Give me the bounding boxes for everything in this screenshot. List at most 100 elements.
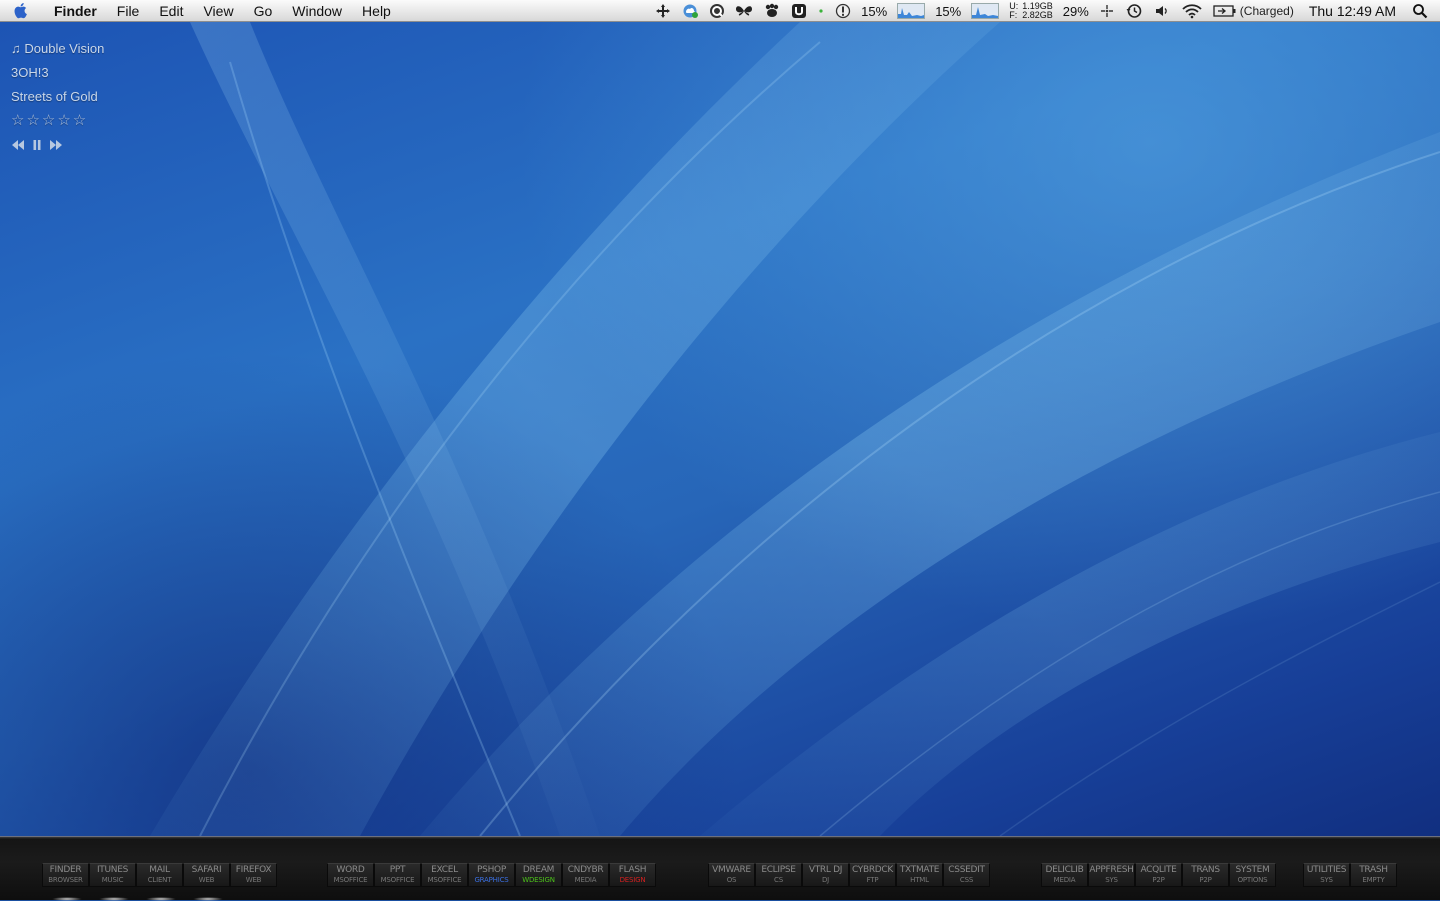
running-indicator bbox=[193, 897, 223, 901]
cpu1-text[interactable]: 15% bbox=[856, 0, 892, 22]
cpu-graph-icon[interactable] bbox=[892, 0, 930, 22]
growl-icon[interactable] bbox=[758, 0, 786, 22]
menu-app-finder[interactable]: Finder bbox=[42, 0, 107, 22]
launcher-button-txtmate[interactable]: TXTMATE HTML bbox=[896, 863, 943, 887]
launcher-button-label: TRASH bbox=[1359, 865, 1388, 875]
menu-bar: Finder File Edit View Go Window Help 15%… bbox=[0, 0, 1440, 22]
launcher-button-label: FIREFOX bbox=[235, 865, 272, 875]
launcher-button-mail[interactable]: MAIL CLIENT bbox=[136, 863, 183, 887]
launcher-button-category: EMPTY bbox=[1362, 876, 1385, 884]
album-name: Streets of Gold bbox=[11, 89, 98, 104]
launcher-button-system[interactable]: SYSTEM OPTIONS bbox=[1229, 863, 1276, 887]
launcher-button-pshop[interactable]: PSHOP GRAPHICS bbox=[468, 863, 515, 887]
launcher-button-label: PPT bbox=[389, 865, 406, 875]
memory-readout[interactable]: U: F: 1.19GB 2.82GB bbox=[1004, 0, 1058, 22]
menu-view[interactable]: View bbox=[193, 0, 243, 22]
launcher-button-utilities[interactable]: UTILITIES SYS bbox=[1303, 863, 1350, 887]
launcher-button-deliclib[interactable]: DELICLIB MEDIA bbox=[1041, 863, 1088, 887]
rewind-icon[interactable] bbox=[11, 138, 25, 153]
menu-edit[interactable]: Edit bbox=[149, 0, 193, 22]
launcher-button-itunes[interactable]: ITUNES MUSIC bbox=[89, 863, 136, 887]
launcher-button-vmware[interactable]: VMWARE OS bbox=[708, 863, 755, 887]
sparkle-icon[interactable] bbox=[1094, 0, 1120, 22]
memory-free-label: F: bbox=[1009, 10, 1018, 20]
launcher-button-category: WDESIGN bbox=[522, 876, 555, 884]
spotlight-icon[interactable] bbox=[1406, 0, 1440, 22]
playback-controls bbox=[11, 138, 104, 153]
alert-icon[interactable] bbox=[830, 0, 856, 22]
menu-clock[interactable]: Thu 12:49 AM bbox=[1299, 0, 1406, 22]
menu-go[interactable]: Go bbox=[244, 0, 283, 22]
launcher-button-word[interactable]: WORD MSOFFICE bbox=[327, 863, 374, 887]
song-title: Double Vision bbox=[24, 41, 105, 56]
launcher-button-flash[interactable]: FLASH DESIGN bbox=[609, 863, 656, 887]
volume-percent[interactable]: 29% bbox=[1058, 0, 1094, 22]
u-icon[interactable] bbox=[786, 0, 812, 22]
launcher-button-label: EXCEL bbox=[431, 865, 458, 875]
launcher-button-label: ITUNES bbox=[96, 865, 129, 875]
launcher-button-label: FINDER bbox=[49, 865, 82, 875]
launcher-button-cndybr[interactable]: CNDYBR MEDIA bbox=[562, 863, 609, 887]
wifi-icon[interactable] bbox=[1176, 0, 1208, 22]
memory-values: 1.19GB 2.82GB bbox=[1022, 2, 1053, 20]
song-line: ♫ Double Vision bbox=[11, 40, 104, 64]
pause-icon[interactable] bbox=[33, 138, 41, 153]
fast-forward-icon[interactable] bbox=[49, 138, 63, 153]
launcher-button-acqlite[interactable]: ACQLITE P2P bbox=[1135, 863, 1182, 887]
launcher-button-excel[interactable]: EXCEL MSOFFICE bbox=[421, 863, 468, 887]
launcher-button-label: WORD bbox=[336, 865, 365, 875]
launcher-group-5: UTILITIES SYS TRASH EMPTY bbox=[1303, 863, 1397, 889]
launcher-button-category: P2P bbox=[1199, 876, 1212, 884]
battery-status: (Charged) bbox=[1239, 4, 1294, 18]
launcher-button-category: CSS bbox=[959, 876, 974, 884]
launcher-button-category: MSOFFICE bbox=[380, 876, 415, 884]
quicksilver-icon[interactable] bbox=[704, 0, 730, 22]
cpu2-text[interactable]: 15% bbox=[930, 0, 966, 22]
launcher-button-finder[interactable]: FINDER BROWSER bbox=[42, 863, 89, 887]
launcher-button-label: TRANS bbox=[1191, 865, 1220, 875]
wallpaper-swooshes bbox=[150, 22, 1440, 836]
launcher-button-vtrl-dj[interactable]: VTRL DJ DJ bbox=[802, 863, 849, 887]
launcher-button-label: DELICLIB bbox=[1045, 865, 1084, 875]
rating-stars[interactable]: ☆☆☆☆☆ bbox=[11, 112, 104, 136]
launcher-button-category: OS bbox=[726, 876, 737, 884]
launcher-button-trans[interactable]: TRANS P2P bbox=[1182, 863, 1229, 887]
artist-name: 3OH!3 bbox=[11, 65, 49, 80]
launcher-group-1: FINDER BROWSER ITUNES MUSIC MAIL CLIENT SAFARI… bbox=[42, 863, 277, 889]
apple-icon[interactable] bbox=[14, 0, 42, 22]
launcher-button-label: UTILITIES bbox=[1306, 865, 1347, 875]
launcher-button-eclipse[interactable]: ECLIPSE CS bbox=[755, 863, 802, 887]
launcher-button-category: WEB bbox=[198, 876, 215, 884]
desktop-wallpaper bbox=[0, 22, 1440, 836]
launcher-button-category: DESIGN bbox=[619, 876, 646, 884]
butterfly-icon[interactable] bbox=[730, 0, 758, 22]
launcher-button-cybrdck[interactable]: CYBRDCK FTP bbox=[849, 863, 896, 887]
launcher-button-appfresh[interactable]: APPFRESH SYS bbox=[1088, 863, 1135, 887]
launcher-button-label: SYSTEM bbox=[1235, 865, 1270, 875]
volume-icon[interactable] bbox=[1148, 0, 1176, 22]
time-machine-icon[interactable] bbox=[1120, 0, 1148, 22]
launcher-button-safari[interactable]: SAFARI WEB bbox=[183, 863, 230, 887]
menu-window[interactable]: Window bbox=[282, 0, 352, 22]
menu-file[interactable]: File bbox=[107, 0, 150, 22]
battery-icon[interactable]: (Charged) bbox=[1208, 0, 1299, 22]
cpu-graph-icon[interactable] bbox=[966, 0, 1004, 22]
launcher-button-category: DJ bbox=[821, 876, 830, 884]
launcher-button-dream[interactable]: DREAM WDESIGN bbox=[515, 863, 562, 887]
menu-help[interactable]: Help bbox=[352, 0, 401, 22]
running-indicator bbox=[146, 897, 176, 901]
running-indicator bbox=[52, 897, 82, 901]
launcher-button-label: SAFARI bbox=[191, 865, 222, 875]
launcher-button-label: TXTMATE bbox=[899, 865, 940, 875]
launcher-button-label: CSSEDIT bbox=[948, 865, 985, 875]
launcher-button-trash[interactable]: TRASH EMPTY bbox=[1350, 863, 1397, 887]
launcher-button-category: MSOFFICE bbox=[333, 876, 368, 884]
launcher-button-category: GRAPHICS bbox=[474, 876, 509, 884]
cloud-icon[interactable] bbox=[676, 0, 704, 22]
launcher-button-category: P2P bbox=[1152, 876, 1165, 884]
launcher-button-cssedit[interactable]: CSSEDIT CSS bbox=[943, 863, 990, 887]
move-icon[interactable] bbox=[650, 0, 676, 22]
launcher-button-firefox[interactable]: FIREFOX WEB bbox=[230, 863, 277, 887]
launcher-bar: FINDER BROWSER ITUNES MUSIC MAIL CLIENT SAFARI… bbox=[0, 836, 1440, 901]
launcher-button-ppt[interactable]: PPT MSOFFICE bbox=[374, 863, 421, 887]
